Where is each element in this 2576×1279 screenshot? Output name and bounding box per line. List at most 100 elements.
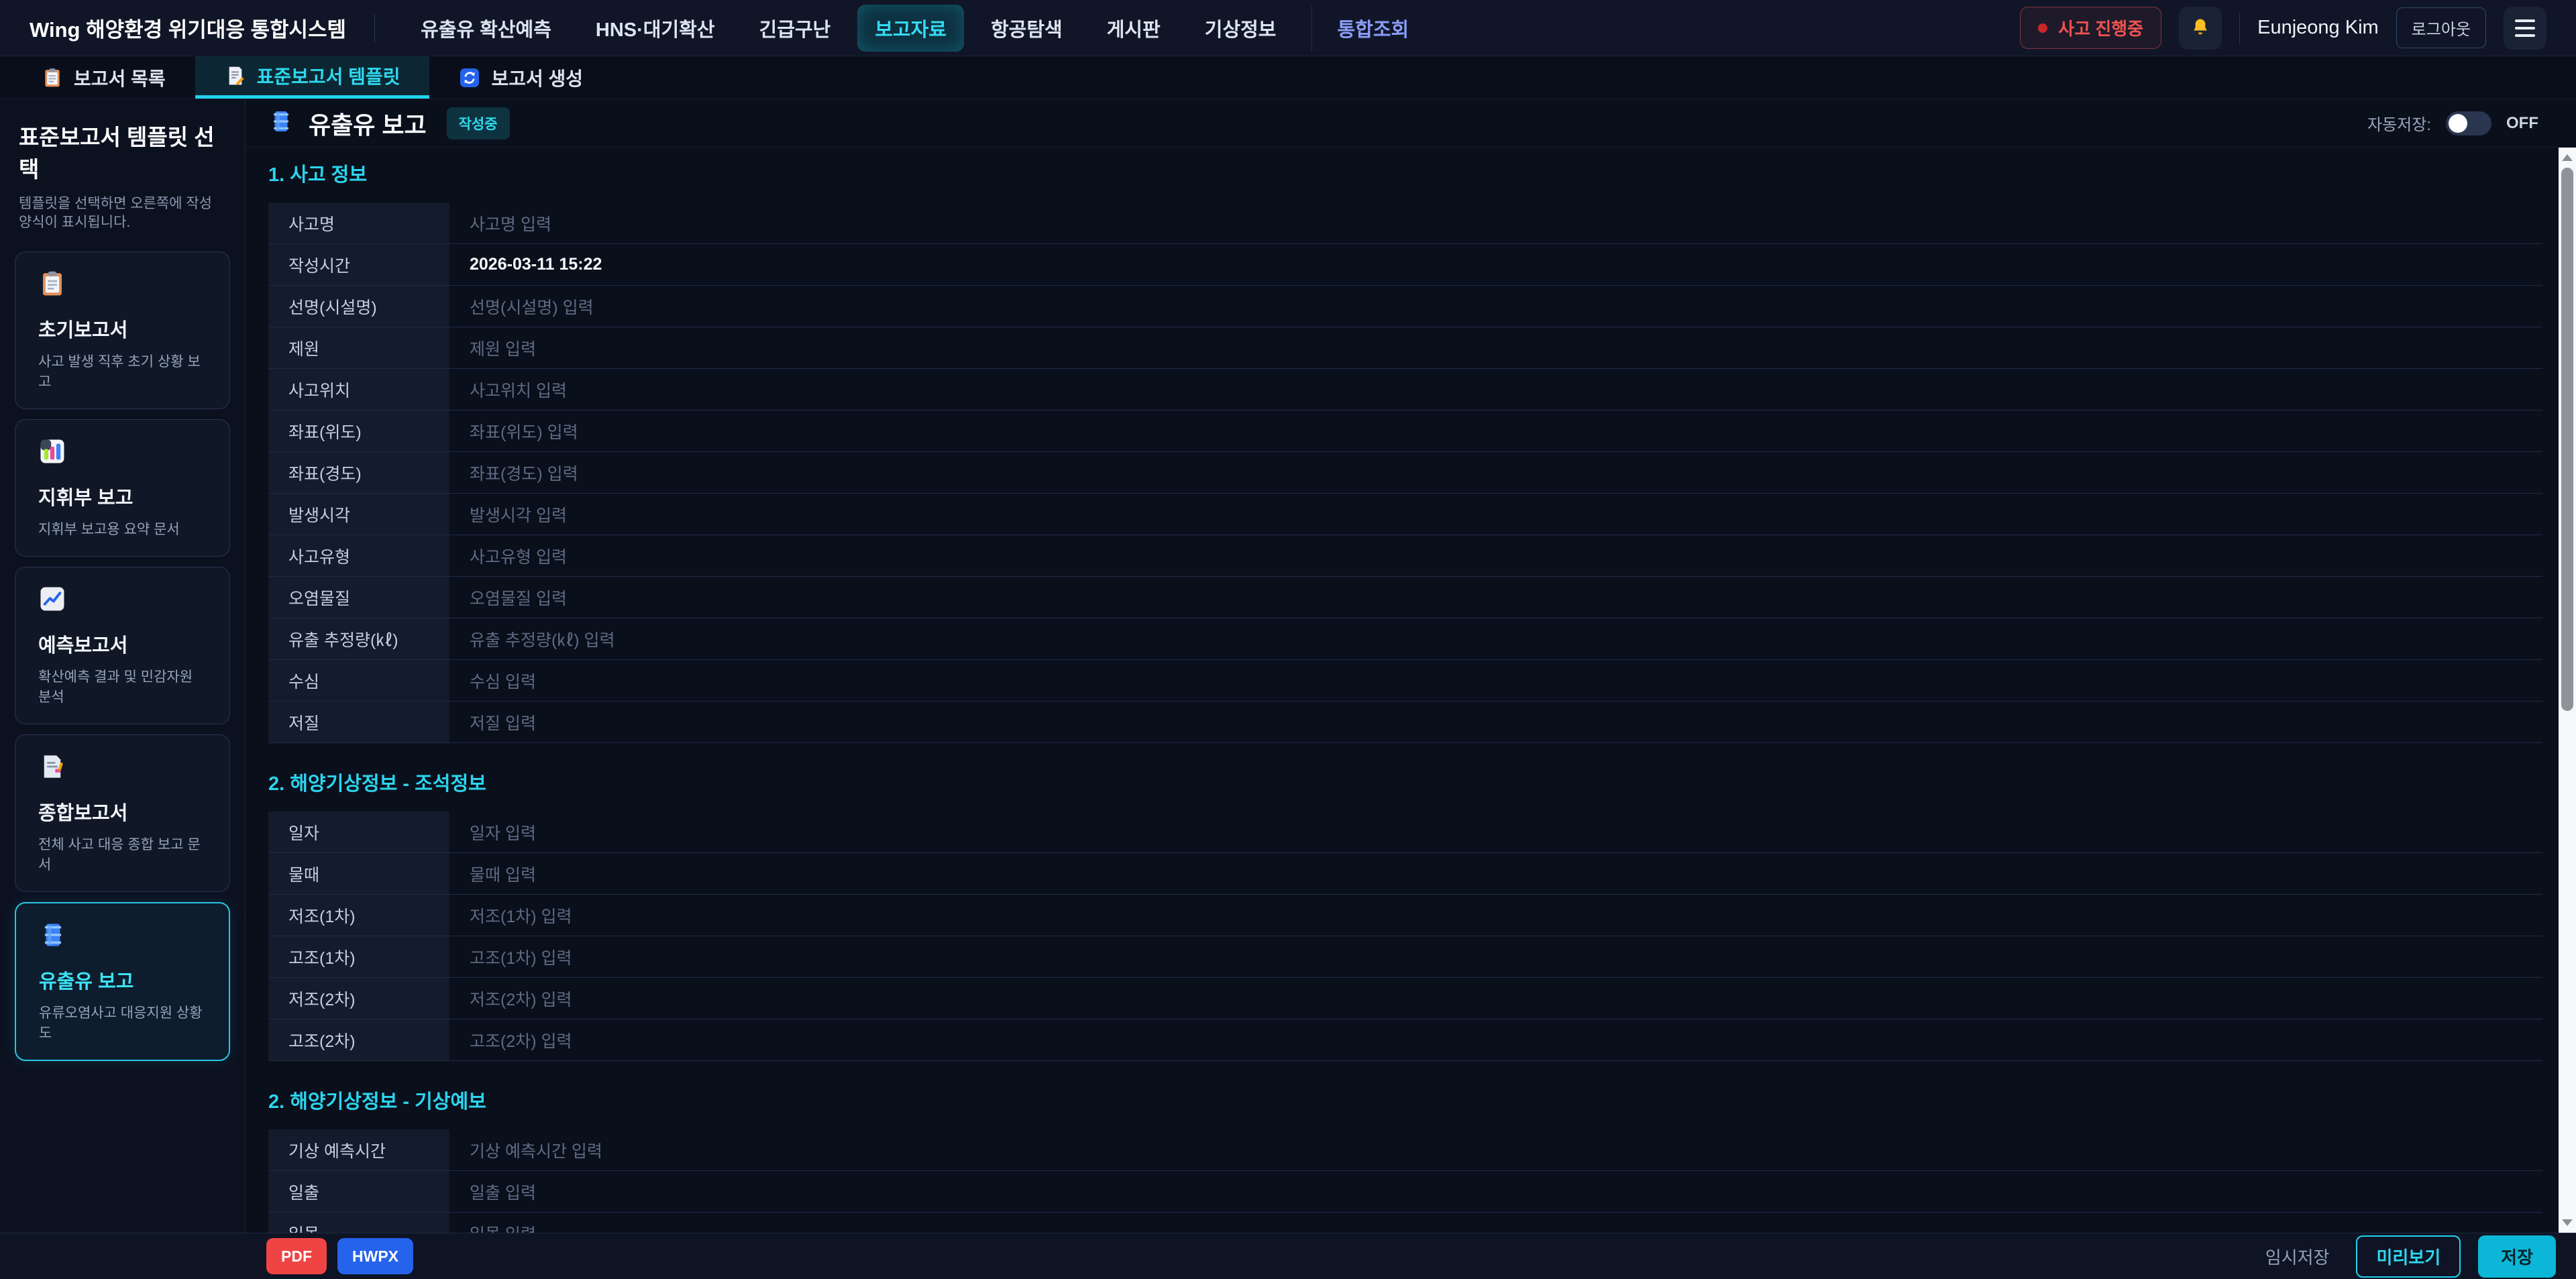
nav-divider [374,14,375,42]
oil-barrel-icon [39,921,67,949]
memo-icon [225,65,246,87]
template-card-2[interactable]: 지휘부 보고지휘부 보고용 요약 문서 [15,419,230,557]
field-input[interactable]: 선명(시설명) 입력 [449,286,2542,327]
nav-item-4[interactable]: 보고자료 [857,5,964,52]
vertical-scrollbar[interactable] [2559,148,2576,1233]
pdf-export-button[interactable]: PDF [266,1238,327,1274]
field-label: 사고위치 [268,369,449,410]
field-input[interactable]: 오염물질 입력 [449,577,2542,618]
form-row: 작성시간2026-03-11 15:22 [268,244,2542,286]
oil-barrel-icon [268,109,294,137]
template-card-title: 유출유 보고 [39,966,206,994]
hwpx-export-button[interactable]: HWPX [337,1238,413,1274]
field-input[interactable]: 발생시각 입력 [449,494,2542,535]
form-row: 제원제원 입력 [268,327,2542,369]
template-card-list: 초기보고서사고 발생 직후 초기 상황 보고지휘부 보고지휘부 보고용 요약 문… [0,246,245,1066]
toggle-knob [2449,114,2467,133]
notifications-button[interactable] [2179,7,2222,50]
scrollbar-thumb[interactable] [2561,168,2573,711]
field-label: 좌표(경도) [268,452,449,493]
bell-icon [2189,17,2212,40]
field-label: 일출 [268,1171,449,1212]
form-row: 오염물질오염물질 입력 [268,577,2542,618]
tab-3[interactable]: 보고서 생성 [429,56,612,99]
field-label: 고조(2차) [268,1019,449,1060]
form-row: 수심수심 입력 [268,660,2542,702]
save-button[interactable]: 저장 [2478,1235,2556,1278]
top-navigation-bar: Wing 해양환경 위기대응 통합시스템 유출유 확산예측HNS·대기확산긴급구… [0,0,2576,56]
field-input[interactable]: 유출 추정량(㎘) 입력 [449,618,2542,659]
section-heading-1: 1. 사고 정보 [268,164,2559,186]
field-label: 작성시간 [268,244,449,285]
field-input[interactable]: 수심 입력 [449,660,2542,701]
nav-item-8[interactable]: 통합조회 [1311,5,1427,52]
nav-item-1[interactable]: 유출유 확산예측 [403,5,569,52]
template-card-4[interactable]: 종합보고서전체 사고 대응 종합 보고 문서 [15,734,230,892]
field-input[interactable]: 물때 입력 [449,853,2542,894]
form-row: 저조(2차)저조(2차) 입력 [268,978,2542,1019]
field-input[interactable]: 2026-03-11 15:22 [449,244,2542,285]
template-card-desc: 유류오염사고 대응지원 상황도 [39,1002,206,1042]
field-input[interactable]: 제원 입력 [449,327,2542,368]
template-card-1[interactable]: 초기보고서사고 발생 직후 초기 상황 보고 [15,252,230,409]
template-card-5[interactable]: 유출유 보고유류오염사고 대응지원 상황도 [15,902,230,1061]
temp-save-button[interactable]: 임시저장 [2265,1244,2330,1269]
tab-2[interactable]: 표준보고서 템플릿 [195,56,430,99]
nav-item-7[interactable]: 기상정보 [1187,5,1294,52]
template-card-title: 예측보고서 [38,630,207,658]
nav-item-6[interactable]: 게시판 [1089,5,1178,52]
tab-label: 보고서 생성 [491,64,583,91]
preview-button[interactable]: 미리보기 [2356,1235,2461,1278]
field-input[interactable]: 일몰 입력 [449,1213,2542,1233]
field-label: 저조(1차) [268,895,449,936]
report-header: 유출유 보고 작성중 자동저장: OFF [246,99,2576,148]
field-input[interactable]: 저조(2차) 입력 [449,978,2542,1019]
field-label: 물때 [268,853,449,894]
section-heading-3: 2. 해양기상정보 - 기상예보 [268,1091,2559,1113]
form-row: 물때물때 입력 [268,853,2542,895]
template-card-desc: 확산예측 결과 및 민감자원 분석 [38,666,207,706]
form-row: 선명(시설명)선명(시설명) 입력 [268,286,2542,327]
logout-button[interactable]: 로그아웃 [2396,7,2486,48]
scroll-down-arrow-icon[interactable] [2559,1214,2576,1231]
form-row: 사고유형사고유형 입력 [268,535,2542,577]
field-input[interactable]: 저질 입력 [449,702,2542,742]
chart-bar-icon [38,437,66,465]
field-input[interactable]: 고조(2차) 입력 [449,1019,2542,1060]
form-row: 일자일자 입력 [268,812,2542,853]
hamburger-icon [2515,19,2535,37]
form-row: 사고명사고명 입력 [268,203,2542,244]
autosave-state: OFF [2506,114,2538,133]
field-input[interactable]: 사고명 입력 [449,203,2542,243]
form-row: 고조(2차)고조(2차) 입력 [268,1019,2542,1061]
field-input[interactable]: 좌표(위도) 입력 [449,410,2542,451]
field-input[interactable]: 일출 입력 [449,1171,2542,1212]
template-card-title: 종합보고서 [38,797,207,826]
field-input[interactable]: 사고유형 입력 [449,535,2542,576]
clipboard-icon [42,67,63,89]
nav-item-2[interactable]: HNS·대기확산 [578,5,733,52]
nav-item-5[interactable]: 항공탐색 [973,5,1080,52]
field-input[interactable]: 기상 예측시간 입력 [449,1129,2542,1170]
sidebar-subtitle: 템플릿을 선택하면 오른쪽에 작성 양식이 표시됩니다. [19,194,226,233]
section-heading-2: 2. 해양기상정보 - 조석정보 [268,773,2559,795]
template-card-title: 지휘부 보고 [38,482,207,510]
app-logo: Wing 해양환경 위기대응 통합시스템 [30,13,346,43]
clipboard-icon [38,270,66,298]
field-input[interactable]: 저조(1차) 입력 [449,895,2542,936]
template-card-3[interactable]: 예측보고서확산예측 결과 및 민감자원 분석 [15,567,230,724]
field-input[interactable]: 좌표(경도) 입력 [449,452,2542,493]
field-input[interactable]: 일자 입력 [449,812,2542,852]
field-input[interactable]: 사고위치 입력 [449,369,2542,410]
hamburger-menu-button[interactable] [2504,7,2546,50]
template-card-desc: 사고 발생 직후 초기 상황 보고 [38,351,207,391]
field-label: 오염물질 [268,577,449,618]
nav-item-3[interactable]: 긴급구난 [742,5,849,52]
form-row: 일출일출 입력 [268,1171,2542,1213]
field-input[interactable]: 고조(1차) 입력 [449,936,2542,977]
tab-1[interactable]: 보고서 목록 [12,56,195,99]
scroll-up-arrow-icon[interactable] [2559,149,2576,166]
form-row: 저질저질 입력 [268,702,2542,743]
template-card-title: 초기보고서 [38,315,207,343]
autosave-toggle[interactable] [2446,111,2491,135]
